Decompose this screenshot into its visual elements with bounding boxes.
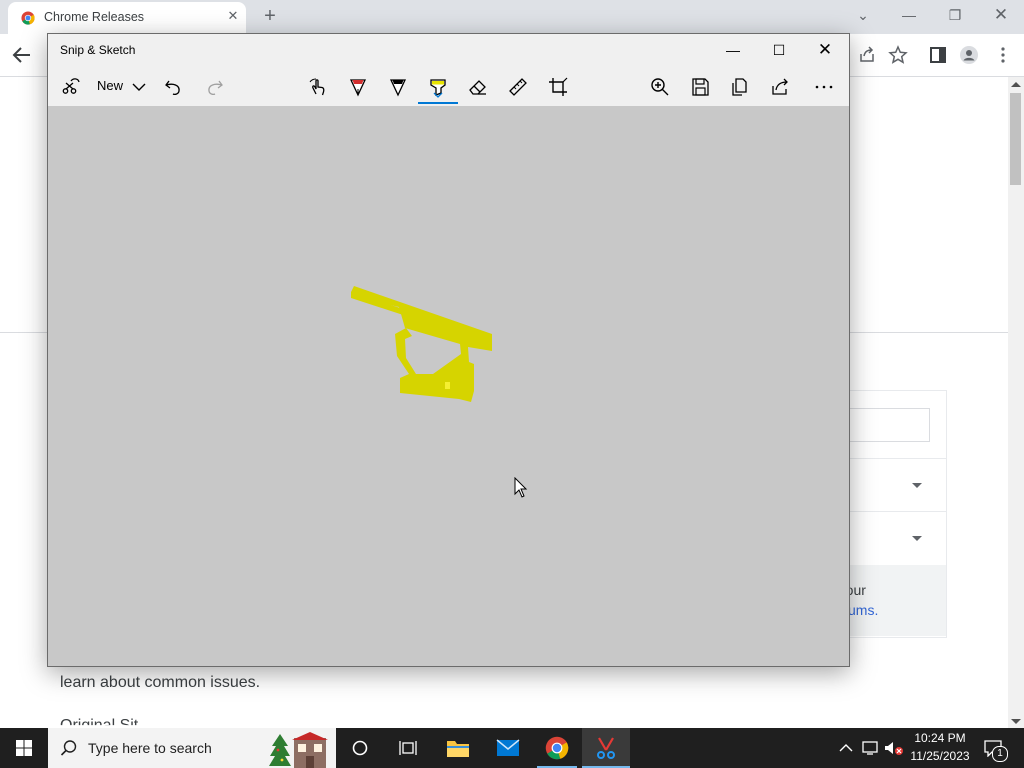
taskbar-search-box[interactable]: Type here to search xyxy=(48,728,336,768)
action-center-button[interactable]: 1 xyxy=(980,728,1024,768)
clock-date[interactable]: 11/25/2023 xyxy=(907,749,973,763)
touch-writing-icon[interactable] xyxy=(307,76,329,98)
scroll-up-icon[interactable] xyxy=(1011,82,1021,87)
snip-sketch-icon xyxy=(597,737,615,759)
page-scrollbar[interactable] xyxy=(1008,77,1024,728)
highlighter-stroke xyxy=(351,286,492,402)
holiday-tree-icon xyxy=(269,732,328,768)
browser-tab[interactable]: Chrome Releases ✕ xyxy=(8,2,246,34)
snip-sketch-window: Snip & Sketch — ☐ ✕ New xyxy=(47,33,850,667)
tab-close-icon[interactable]: ✕ xyxy=(224,7,242,25)
menu-kebab-icon[interactable] xyxy=(993,45,1013,65)
crop-icon[interactable] xyxy=(547,76,569,98)
taskbar: Type here to search 10:24 PM 11/25/2023 … xyxy=(0,728,1024,768)
profile-avatar-icon[interactable] xyxy=(959,45,979,65)
cortana-circle-icon xyxy=(352,740,368,756)
close-window-icon[interactable]: ✕ xyxy=(978,0,1024,30)
side-panel-icon[interactable] xyxy=(928,45,948,65)
scroll-down-icon[interactable] xyxy=(1011,719,1021,724)
sidebar-search-input[interactable] xyxy=(848,408,930,442)
task-view-icon xyxy=(399,741,417,755)
forums-link[interactable]: ums. xyxy=(848,602,878,618)
clock-time[interactable]: 10:24 PM xyxy=(910,731,970,745)
new-snip-icon xyxy=(62,78,80,94)
sidebar-footer xyxy=(848,565,946,636)
scroll-thumb[interactable] xyxy=(1010,93,1021,185)
volume-muted-icon[interactable] xyxy=(884,740,904,756)
minimize-icon[interactable]: — xyxy=(886,0,932,30)
zoom-icon[interactable] xyxy=(649,76,671,98)
mail-icon xyxy=(496,739,520,756)
chevron-down-icon[interactable] xyxy=(128,76,150,98)
save-icon[interactable] xyxy=(689,76,711,98)
window-title: Snip & Sketch xyxy=(60,43,136,57)
new-snip-label: New xyxy=(97,78,124,93)
tab-search-icon[interactable]: ⌄ xyxy=(840,0,886,30)
minimize-icon[interactable]: — xyxy=(710,34,756,66)
chevron-down-icon[interactable] xyxy=(433,92,443,98)
restore-icon[interactable]: ❐ xyxy=(932,0,978,30)
folder-icon xyxy=(447,741,469,757)
ballpoint-pen-icon[interactable] xyxy=(347,76,369,98)
chrome-taskbar-button[interactable] xyxy=(533,728,581,768)
pencil-icon[interactable] xyxy=(387,76,409,98)
sidebar-separator xyxy=(848,511,946,512)
share-icon[interactable] xyxy=(857,45,877,65)
network-icon[interactable] xyxy=(862,740,880,756)
cortana-button[interactable] xyxy=(336,728,384,768)
redo-icon[interactable] xyxy=(203,76,225,98)
eraser-icon[interactable] xyxy=(467,76,489,98)
windows-start-icon[interactable] xyxy=(0,728,48,768)
bookmark-star-icon[interactable] xyxy=(888,45,908,65)
tab-title: Chrome Releases xyxy=(44,10,145,24)
search-placeholder: Type here to search xyxy=(88,740,212,756)
more-options-icon[interactable] xyxy=(813,76,835,98)
maximize-icon[interactable]: ☐ xyxy=(756,34,802,66)
back-arrow-icon[interactable] xyxy=(10,43,34,67)
body-text: learn about common issues. xyxy=(60,674,261,691)
search-icon xyxy=(60,740,77,756)
chevron-down-icon[interactable] xyxy=(912,483,922,488)
chrome-icon xyxy=(545,736,569,760)
file-explorer-button[interactable] xyxy=(434,728,482,768)
share-icon[interactable] xyxy=(769,76,791,98)
snip-sketch-taskbar-button[interactable] xyxy=(582,728,630,768)
copy-icon[interactable] xyxy=(729,76,751,98)
task-view-button[interactable] xyxy=(384,728,432,768)
undo-icon[interactable] xyxy=(163,76,185,98)
notification-count-badge: 1 xyxy=(992,746,1008,762)
chevron-down-icon[interactable] xyxy=(912,536,922,541)
snip-toolbar: New xyxy=(48,66,849,106)
sidebar-separator xyxy=(848,458,946,459)
drawing-canvas[interactable] xyxy=(48,106,849,666)
active-tool-indicator xyxy=(418,102,458,104)
ruler-icon[interactable] xyxy=(507,76,529,98)
mouse-cursor-icon xyxy=(514,477,528,498)
chrome-icon xyxy=(21,11,35,25)
new-tab-button[interactable]: + xyxy=(259,5,281,27)
chevron-up-icon[interactable] xyxy=(838,741,854,755)
tab-strip: Chrome Releases ✕ + ⌄ — ❐ ✕ xyxy=(0,0,1024,34)
close-icon[interactable]: ✕ xyxy=(802,34,848,66)
mail-button[interactable] xyxy=(484,728,532,768)
